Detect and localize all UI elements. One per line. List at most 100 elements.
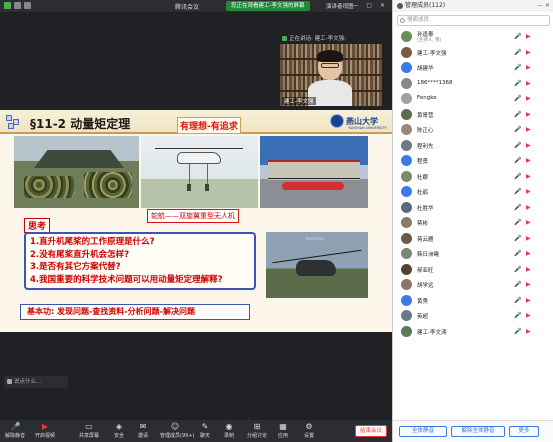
participant-row[interactable]: 蒋云雁 🎤 ▶ <box>393 231 553 247</box>
participant-list: 孙逢泰 (主持人, 我) 🎤 ▶ 建工-李文强 🎤 ▶ 胡建华 🎤 ▶ 186****1368 🎤 ▶ F… <box>393 29 553 339</box>
camera-off-icon[interactable]: ▶ <box>526 126 531 133</box>
photo-line <box>189 164 190 184</box>
camera-off-icon[interactable]: ▶ <box>526 95 531 102</box>
camera-off-icon[interactable]: ▶ <box>526 111 531 118</box>
title-bar: 腾讯会议 您正在观看建工-李文强的屏幕 演讲者视图 — ▢ ✕ <box>0 0 392 12</box>
helicopter-photo: ammeno <box>266 232 368 298</box>
mic-off-icon[interactable]: 🎤 <box>514 33 521 40</box>
camera-off-icon[interactable]: ▶ <box>526 157 531 164</box>
mic-off-icon[interactable]: 🎤 <box>514 95 521 102</box>
participant-row[interactable]: 建工-李文涛 🎤 ▶ <box>393 324 553 340</box>
participant-row[interactable]: 建工-李文强 🎤 ▶ <box>393 45 553 61</box>
mic-off-icon[interactable]: 🎤 <box>514 250 521 257</box>
mic-off-icon[interactable]: 🎤 <box>514 111 521 118</box>
mic-off-icon[interactable]: 🎤 <box>514 219 521 226</box>
participant-name: 郝亚旺 <box>417 267 434 274</box>
participant-row[interactable]: 陈正心 🎤 ▶ <box>393 122 553 138</box>
mic-off-icon[interactable]: 🎤 <box>514 297 521 304</box>
participant-row[interactable]: 英超 🎤 ▶ <box>393 308 553 324</box>
participant-name: 英超 <box>417 314 429 320</box>
avatar <box>401 93 412 104</box>
camera-off-icon[interactable]: ▶ <box>526 219 531 226</box>
participant-row[interactable]: 胡建华 🎤 ▶ <box>393 60 553 76</box>
participant-row[interactable]: 程利先 🎤 ▶ <box>393 138 553 154</box>
camera-off-icon[interactable]: ▶ <box>526 188 531 195</box>
camera-off-icon[interactable]: ▶ <box>526 250 531 257</box>
camera-off-icon[interactable]: ▶ <box>526 204 531 211</box>
camera-off-icon[interactable]: ▶ <box>526 297 531 304</box>
member-search-input[interactable]: 搜索成员 <box>397 15 550 26</box>
participant-row[interactable]: 黄哥营 🎤 ▶ <box>393 107 553 123</box>
chat-input[interactable]: 说点什么... <box>4 376 68 388</box>
speaker-glasses <box>321 63 339 68</box>
manage-members-button[interactable]: ☺ 管理成员(99+) <box>160 422 194 439</box>
mic-off-icon[interactable]: 🎤 <box>514 312 521 319</box>
camera-off-icon[interactable]: ▶ <box>526 33 531 40</box>
participant-name: 蒋云雁 <box>417 236 434 243</box>
participant-row[interactable]: Fengke 🎤 ▶ <box>393 91 553 107</box>
screen-share-banner[interactable]: 您正在观看建工-李文强的屏幕 <box>226 1 310 11</box>
participant-row[interactable]: 蒋彬 🎤 ▶ <box>393 215 553 231</box>
invite-button[interactable]: ✉ 邀请 <box>128 422 158 439</box>
mic-off-icon[interactable]: 🎤 <box>514 266 521 273</box>
camera-off-icon[interactable]: ▶ <box>526 173 531 180</box>
camera-off-icon[interactable]: ▶ <box>526 80 531 87</box>
unmute-all-button[interactable]: 解除全体静音 <box>451 426 505 437</box>
camera-off-icon[interactable]: ▶ <box>526 142 531 149</box>
participant-row[interactable]: 黄秀 🎤 ▶ <box>393 293 553 309</box>
close-icon[interactable]: — ✕ <box>537 0 550 12</box>
settings-button[interactable]: ⚙ 设置 <box>294 422 324 439</box>
mic-off-icon[interactable]: 🎤 <box>514 188 521 195</box>
participant-row[interactable]: 186****1368 🎤 ▶ <box>393 76 553 92</box>
mic-off-icon[interactable]: 🎤 <box>514 142 521 149</box>
unmute-button[interactable]: 🎤 解除静音 <box>0 422 30 439</box>
camera-off-icon[interactable]: ▶ <box>526 328 531 335</box>
participant-row[interactable]: 杜鹃 🎤 ▶ <box>393 184 553 200</box>
participant-name: 建工-李文强 <box>417 50 447 57</box>
mic-off-icon[interactable]: 🎤 <box>514 235 521 242</box>
mic-off-icon[interactable]: 🎤 <box>514 64 521 71</box>
mic-off-icon[interactable]: 🎤 <box>514 281 521 288</box>
camera-off-icon[interactable]: ▶ <box>526 235 531 242</box>
mic-off-icon[interactable]: 🎤 <box>514 328 521 335</box>
search-icon <box>400 18 405 23</box>
start-video-button[interactable]: ▶ 开启视频 <box>30 422 60 439</box>
camera-off-icon[interactable]: ▶ <box>526 266 531 273</box>
share-screen-button[interactable]: ▭ 共享屏幕 <box>74 422 104 439</box>
mic-off-icon[interactable]: 🎤 <box>514 204 521 211</box>
participant-row[interactable]: 杜胜华 🎤 ▶ <box>393 200 553 216</box>
photo-line <box>207 164 208 184</box>
more-button[interactable]: 更多 <box>509 426 539 437</box>
window-controls[interactable]: — ▢ ✕ <box>352 2 388 9</box>
record-button[interactable]: ◉ 录制 <box>214 422 244 439</box>
participant-row[interactable]: 孙逢泰 (主持人, 我) 🎤 ▶ <box>393 29 553 45</box>
info-icon[interactable] <box>14 2 21 9</box>
avatar <box>401 186 412 197</box>
participant-row[interactable]: 韩日洲曦 🎤 ▶ <box>393 246 553 262</box>
chat-placeholder: 说点什么... <box>14 379 42 385</box>
view-toggle-button[interactable]: 演讲者视图 <box>326 2 354 10</box>
mic-off-icon[interactable]: 🎤 <box>514 157 521 164</box>
mic-off-icon[interactable]: 🎤 <box>514 80 521 87</box>
participant-row[interactable]: 程勇 🎤 ▶ <box>393 153 553 169</box>
mute-all-button[interactable]: 全体静音 <box>399 426 447 437</box>
camera-off-icon[interactable]: ▶ <box>526 49 531 56</box>
toolbar-label: 分组讨论 <box>246 433 267 439</box>
signal-icon[interactable] <box>24 2 31 9</box>
camera-off-icon[interactable]: ▶ <box>526 312 531 319</box>
avatar <box>401 124 412 135</box>
end-meeting-button[interactable]: 结束会议 <box>355 425 387 437</box>
camera-off-icon[interactable]: ▶ <box>526 281 531 288</box>
participant-row[interactable]: 胡学远 🎤 ▶ <box>393 277 553 293</box>
participant-name: 黄秀 <box>417 298 429 305</box>
chat-icon <box>7 379 12 384</box>
members-icon <box>397 3 403 9</box>
question-item: 4.我国重要的科学技术问题可以用动量矩定理解释? <box>30 274 223 285</box>
shield-icon[interactable] <box>4 2 11 9</box>
mic-off-icon[interactable]: 🎤 <box>514 49 521 56</box>
participant-row[interactable]: 杜娜 🎤 ▶ <box>393 169 553 185</box>
camera-off-icon[interactable]: ▶ <box>526 64 531 71</box>
participant-row[interactable]: 郝亚旺 🎤 ▶ <box>393 262 553 278</box>
mic-off-icon[interactable]: 🎤 <box>514 126 521 133</box>
mic-off-icon[interactable]: 🎤 <box>514 173 521 180</box>
